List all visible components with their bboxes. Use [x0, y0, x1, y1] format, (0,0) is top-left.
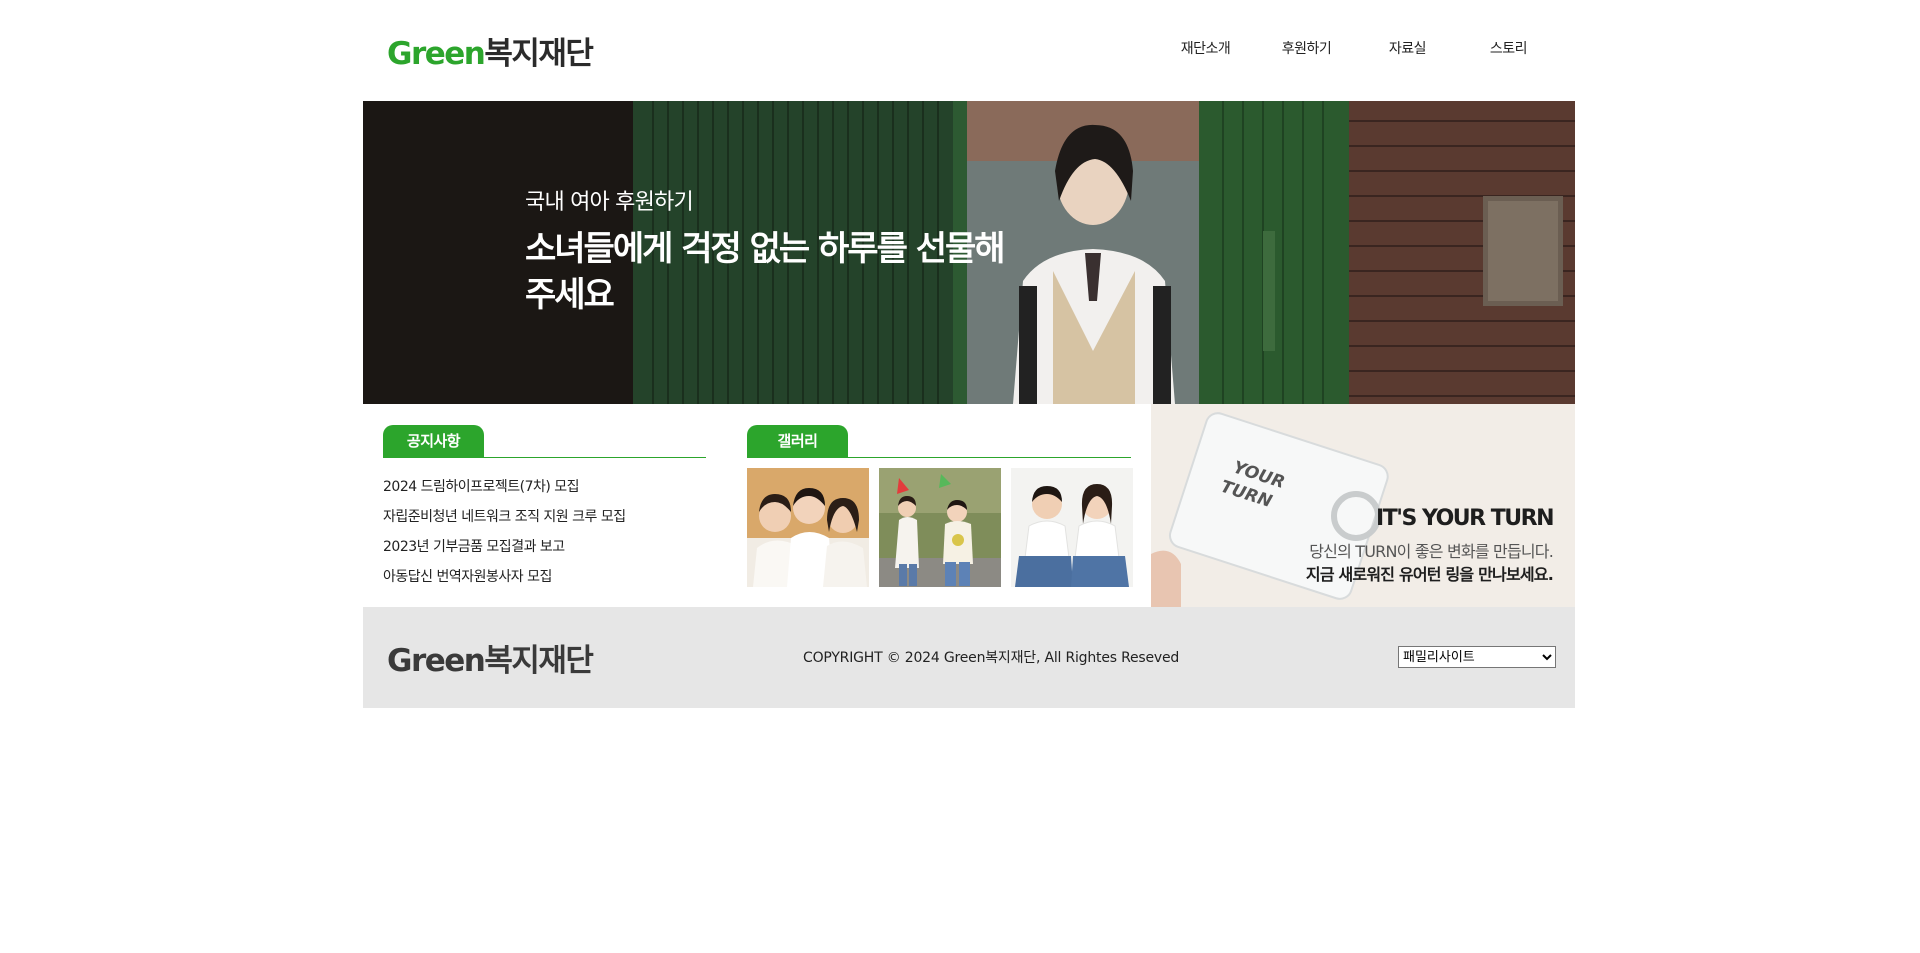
site-header: Green복지재단 재단소개 후원하기 자료실 스토리 [363, 0, 1575, 101]
site-footer: Green복지재단 COPYRIGHT © 2024 Green복지재단, Al… [363, 607, 1575, 708]
hero-banner[interactable]: 국내 여아 후원하기 소녀들에게 걱정 없는 하루를 선물해 주세요 [363, 101, 1575, 404]
hero-subtitle: 국내 여아 후원하기 [525, 190, 694, 215]
notice-item[interactable]: 자립준비청년 네트워크 조직 지원 크루 모집 [383, 502, 626, 532]
notice-tab[interactable]: 공지사항 [383, 425, 484, 458]
nav-item-archive[interactable]: 자료실 [1357, 38, 1458, 58]
copyright-text: COPYRIGHT © 2024 Green복지재단, All Rightes … [803, 650, 1180, 666]
family-site-select[interactable]: 패밀리사이트 [1398, 646, 1556, 668]
hero-title: 소녀들에게 걱정 없는 하루를 선물해 주세요 [525, 229, 1006, 315]
nav-item-donate[interactable]: 후원하기 [1256, 38, 1357, 58]
banner-heading: IT'S YOUR TURN [1376, 506, 1554, 531]
banner-line-2: 지금 새로워진 유어턴 링을 만나보세요. [1305, 565, 1554, 584]
logo-green-text: Green [387, 36, 486, 72]
gallery-thumbnail[interactable] [747, 468, 869, 587]
notice-list: 2024 드림하이프로젝트(7차) 모집 자립준비청년 네트워크 조직 지원 크… [383, 472, 626, 592]
gallery-divider [747, 457, 1131, 458]
notice-item[interactable]: 2023년 기부금품 모집결과 보고 [383, 532, 626, 562]
gallery-thumbnail[interactable] [879, 468, 1001, 587]
gallery-tab[interactable]: 갤러리 [747, 425, 848, 458]
banner-line-1: 당신의 TURN이 좋은 변화를 만듭니다. [1309, 542, 1554, 561]
gallery-thumbnail[interactable] [1011, 468, 1133, 587]
nav-item-story[interactable]: 스토리 [1458, 38, 1559, 58]
logo-name-text: 복지재단 [484, 36, 594, 72]
content-section: 공지사항 2024 드림하이프로젝트(7차) 모집 자립준비청년 네트워크 조직… [363, 404, 1575, 607]
site-logo[interactable]: Green복지재단 [387, 28, 594, 73]
main-nav: 재단소개 후원하기 자료실 스토리 [1155, 38, 1559, 58]
footer-logo: Green복지재단 [387, 643, 594, 679]
your-turn-banner[interactable]: YOUR TURN IT'S YOUR TURN 당신의 TURN이 좋은 변화… [1151, 404, 1575, 607]
notice-item[interactable]: 2024 드림하이프로젝트(7차) 모집 [383, 472, 626, 502]
nav-item-about[interactable]: 재단소개 [1155, 38, 1256, 58]
notice-divider [383, 457, 706, 458]
notice-item[interactable]: 아동답신 번역자원봉사자 모집 [383, 562, 626, 592]
